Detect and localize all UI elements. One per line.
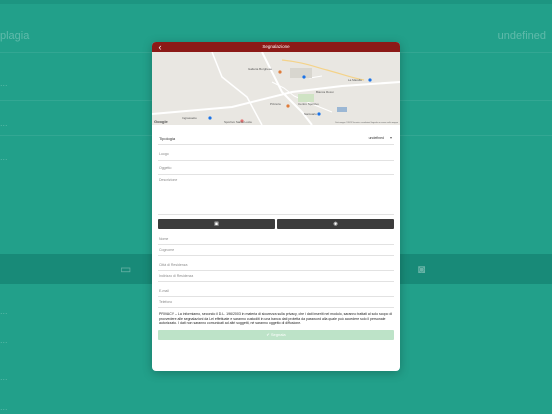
background-image-icon: ▭ [120,262,132,276]
map-attribution[interactable]: Dati mappa ©2023 Termini e condizioni Se… [335,122,398,124]
telefono-placeholder: Telefono [159,300,173,304]
map-canvas [152,52,400,125]
submit-button[interactable]: ✔ Segnala [158,329,394,340]
background-row: ... [0,335,8,345]
tipologia-label: Tipologia [159,136,176,141]
email-placeholder: E-mail [159,289,169,293]
background-header [0,0,552,4]
map-place-label: La Marelle [348,78,363,82]
map-place-label: Pizzeria [270,102,281,106]
privacy-notice: PRIVACY – La informiamo, secondo il D.L.… [159,312,393,325]
map-place-label: Sportivo Santa Lucia [224,120,252,124]
chevron-down-icon: ▾ [389,135,392,140]
modal-titlebar: ‹ Segnalazione [152,42,400,52]
background-right-value: undefined [497,30,546,42]
submit-label: Segnala [270,331,286,337]
cognome-placeholder: Cognome [159,248,175,252]
indirizzo-placeholder: Indirizzo di Residenza [159,274,194,278]
indirizzo-field[interactable]: Indirizzo di Residenza [158,271,394,282]
oggetto-field[interactable]: Oggetto [158,163,394,175]
background-row: ... [0,402,8,412]
email-field[interactable]: E-mail [158,286,394,297]
background-row: ... [0,372,8,382]
luogo-field[interactable]: Luogo [158,149,394,161]
tipologia-select[interactable]: Tipologia undefined ▾ [158,131,394,145]
check-icon: ✔ [266,331,270,337]
photo-buttons: ▣ ◉ [158,219,394,229]
report-form: Tipologia undefined ▾ Luogo Oggetto Desc… [152,131,400,340]
google-logo: Google [154,119,168,124]
background-row: ... [0,78,8,88]
map-place-label: Ingrassetto [182,116,197,120]
background-row: ... [0,306,8,316]
camera-icon: ◉ [333,221,338,227]
background-row: ... [0,118,8,128]
telefono-field[interactable]: Telefono [158,297,394,308]
map-place-label: Centro Sportivo [298,102,319,106]
oggetto-placeholder: Oggetto [159,166,172,170]
report-modal: ‹ Segnalazione Galleria Borghese Bianca … [152,42,400,371]
gallery-button[interactable]: ▣ [158,219,275,229]
citta-field[interactable]: Città di Residenza [158,260,394,271]
nome-placeholder: Nome [159,237,169,241]
background-camera-icon: ◙ [418,262,426,276]
map-place-label: Galleria Borghese [248,67,273,71]
descrizione-placeholder: Descrizione [159,178,178,182]
nome-field[interactable]: Nome [158,234,394,245]
image-icon: ▣ [214,221,219,227]
citta-placeholder: Città di Residenza [159,263,188,267]
cognome-field[interactable]: Cognome [158,245,394,256]
map-place-label: Bianca Rossi [316,90,334,94]
descrizione-textarea[interactable]: Descrizione [158,175,394,215]
modal-title: Segnalazione [262,44,290,49]
map-view[interactable]: Galleria Borghese Bianca Rossi La Marell… [152,52,400,125]
luogo-placeholder: Luogo [159,152,169,156]
camera-button[interactable]: ◉ [277,219,394,229]
background-row: ... [0,152,8,162]
map-place-label: Santuario [304,112,317,116]
tipologia-value: undefined [368,135,384,140]
background-left-title: plagia [0,30,30,42]
